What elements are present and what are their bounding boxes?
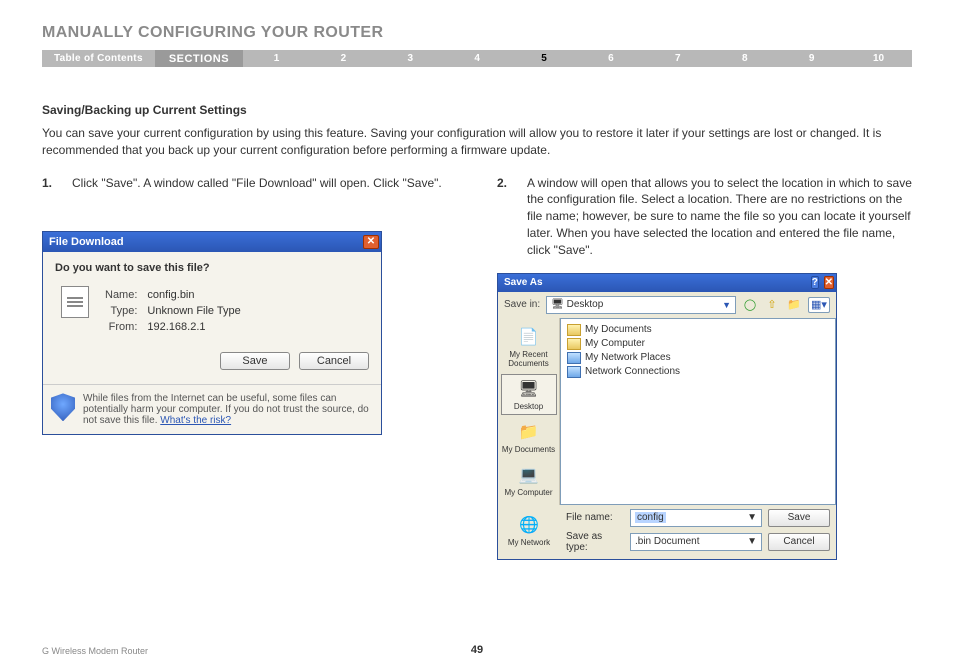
confirm-question: Do you want to save this file? [55,262,369,274]
place-recent[interactable]: 📄 My Recent Documents [501,322,557,372]
dialog-title: File Download [49,236,124,248]
help-icon[interactable]: ? [811,276,819,289]
section-tab-6[interactable]: 6 [578,53,645,64]
savein-value: Desktop [567,299,604,310]
place-label: My Documents [502,445,556,454]
folder-icon [567,324,581,336]
type-label: Type: [101,304,141,318]
my-network-icon: 🌐 [516,514,542,536]
savetype-dropdown[interactable]: .bin Document ▼ [630,533,762,551]
chevron-down-icon: ▼ [722,300,731,310]
page-number: 49 [471,644,483,656]
security-warning: While files from the Internet can be use… [43,384,381,434]
place-mydocs[interactable]: 📁 My Documents [501,417,557,458]
list-item[interactable]: My Network Places [567,351,829,365]
savein-dropdown[interactable]: 🖥 Desktop ▼ [546,296,736,314]
name-value: config.bin [143,288,244,302]
item-label: My Computer [585,338,645,349]
dialog-titlebar: File Download ✕ [43,232,381,252]
folder-icon [567,338,581,350]
sections-label: SECTIONS [155,50,243,67]
file-list[interactable]: My Documents My Computer My Network Plac… [560,318,836,505]
section-tab-4[interactable]: 4 [444,53,511,64]
views-icon[interactable]: ▦▾ [808,297,830,313]
cancel-button[interactable]: Cancel [768,533,830,551]
places-bar: 📄 My Recent Documents 🖥 Desktop 📁 My Docume… [498,318,560,505]
step-2: 2. A window will open that allows you to… [497,175,912,259]
place-mycomputer[interactable]: 💻 My Computer [501,460,557,501]
list-item[interactable]: My Documents [567,323,829,337]
chevron-down-icon: ▼ [747,512,757,523]
up-folder-icon[interactable]: ⇧ [764,297,780,313]
list-item[interactable]: My Computer [567,337,829,351]
back-icon[interactable]: ◯ [742,297,758,313]
filename-value: config [635,512,666,523]
place-label: My Network [508,538,550,547]
type-value: Unknown File Type [143,304,244,318]
shield-icon [51,393,75,421]
page-title: MANUALLY CONFIGURING YOUR ROUTER [42,24,912,42]
place-label: My Computer [502,488,556,497]
toc-link[interactable]: Table of Contents [42,53,155,64]
item-label: My Network Places [585,352,671,363]
section-tab-9[interactable]: 9 [778,53,845,64]
section-tab-10[interactable]: 10 [845,53,912,64]
savetype-label: Save as type: [566,531,624,553]
item-label: Network Connections [585,366,680,377]
place-label: Desktop [502,402,556,411]
network-icon [567,352,581,364]
save-button[interactable]: Save [220,352,290,370]
step-text: A window will open that allows you to se… [527,175,912,259]
list-item[interactable]: Network Connections [567,365,829,379]
savein-label: Save in: [504,299,540,310]
close-icon[interactable]: ✕ [363,235,379,249]
from-value: 192.168.2.1 [143,320,244,334]
save-button[interactable]: Save [768,509,830,527]
file-icon [61,286,89,318]
section-tab-5[interactable]: 5 [511,53,578,64]
dialog-titlebar: Save As ? ✕ [498,274,836,292]
subheading: Saving/Backing up Current Settings [42,103,912,117]
recent-documents-icon: 📄 [516,326,542,348]
network-icon [567,366,581,378]
step-text: Click "Save". A window called "File Down… [72,175,457,192]
place-desktop[interactable]: 🖥 Desktop [501,374,557,415]
from-label: From: [101,320,141,334]
section-navbar: Table of Contents SECTIONS 1 2 3 4 5 6 7… [42,50,912,67]
chevron-down-icon: ▼ [747,536,757,547]
section-tab-3[interactable]: 3 [377,53,444,64]
file-details: Name:config.bin Type:Unknown File Type F… [99,286,247,336]
save-as-dialog: Save As ? ✕ Save in: 🖥 Desktop ▼ ◯ [497,273,837,560]
place-label: My Recent Documents [502,350,556,368]
section-tab-8[interactable]: 8 [711,53,778,64]
close-icon[interactable]: ✕ [824,276,834,289]
step-number: 2. [497,175,527,259]
section-tab-1[interactable]: 1 [243,53,310,64]
desktop-icon: 🖥 [516,378,542,400]
whats-the-risk-link[interactable]: What's the risk? [160,415,231,426]
cancel-button[interactable]: Cancel [299,352,369,370]
file-download-dialog: File Download ✕ Do you want to save this… [42,231,382,435]
section-tab-2[interactable]: 2 [310,53,377,64]
new-folder-icon[interactable]: 📁 [786,297,802,313]
step-number: 1. [42,175,72,192]
filename-input[interactable]: config ▼ [630,509,762,527]
my-computer-icon: 💻 [516,464,542,486]
intro-paragraph: You can save your current configuration … [42,125,912,159]
savetype-value: .bin Document [635,536,699,547]
name-label: Name: [101,288,141,302]
footer-product: G Wireless Modem Router [42,646,148,656]
my-documents-icon: 📁 [516,421,542,443]
item-label: My Documents [585,324,652,335]
filename-label: File name: [566,512,624,523]
section-tab-7[interactable]: 7 [644,53,711,64]
dialog-title: Save As [504,277,543,288]
step-1: 1. Click "Save". A window called "File D… [42,175,457,192]
